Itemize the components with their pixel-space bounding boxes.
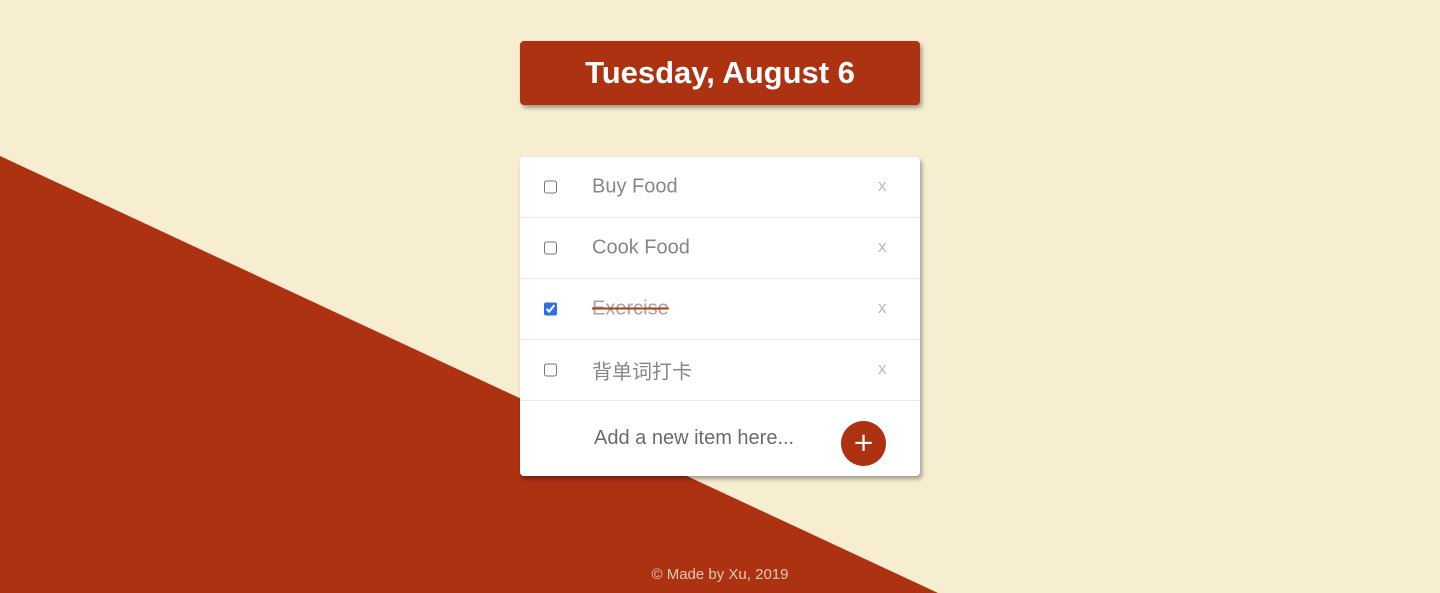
- date-header: Tuesday, August 6: [520, 41, 920, 105]
- todo-item: Exercise x: [520, 279, 920, 340]
- todo-checkbox[interactable]: [544, 180, 557, 194]
- todo-item: Buy Food x: [520, 157, 920, 218]
- todo-checkbox[interactable]: [544, 302, 557, 316]
- todo-list: Buy Food x Cook Food x Exercise x 背单词打卡 …: [520, 157, 920, 476]
- todo-item-label: Cook Food: [592, 236, 690, 259]
- todo-checkbox[interactable]: [544, 363, 557, 377]
- todo-checkbox[interactable]: [544, 241, 557, 255]
- footer-credit: © Made by Xu, 2019: [651, 566, 789, 583]
- remove-item-button[interactable]: x: [878, 359, 887, 379]
- new-item-form: +: [520, 401, 920, 476]
- remove-item-button[interactable]: x: [878, 176, 887, 196]
- add-item-button[interactable]: +: [841, 421, 886, 466]
- remove-item-button[interactable]: x: [878, 237, 887, 257]
- todo-item: Cook Food x: [520, 218, 920, 279]
- remove-item-button[interactable]: x: [878, 298, 887, 318]
- todo-item-label: 背单词打卡: [592, 361, 692, 384]
- new-item-input[interactable]: [594, 423, 814, 453]
- todo-item-label: Exercise: [592, 297, 669, 320]
- todo-item-label: Buy Food: [592, 175, 678, 198]
- date-title: Tuesday, August 6: [585, 55, 855, 90]
- todo-item: 背单词打卡 x: [520, 340, 920, 401]
